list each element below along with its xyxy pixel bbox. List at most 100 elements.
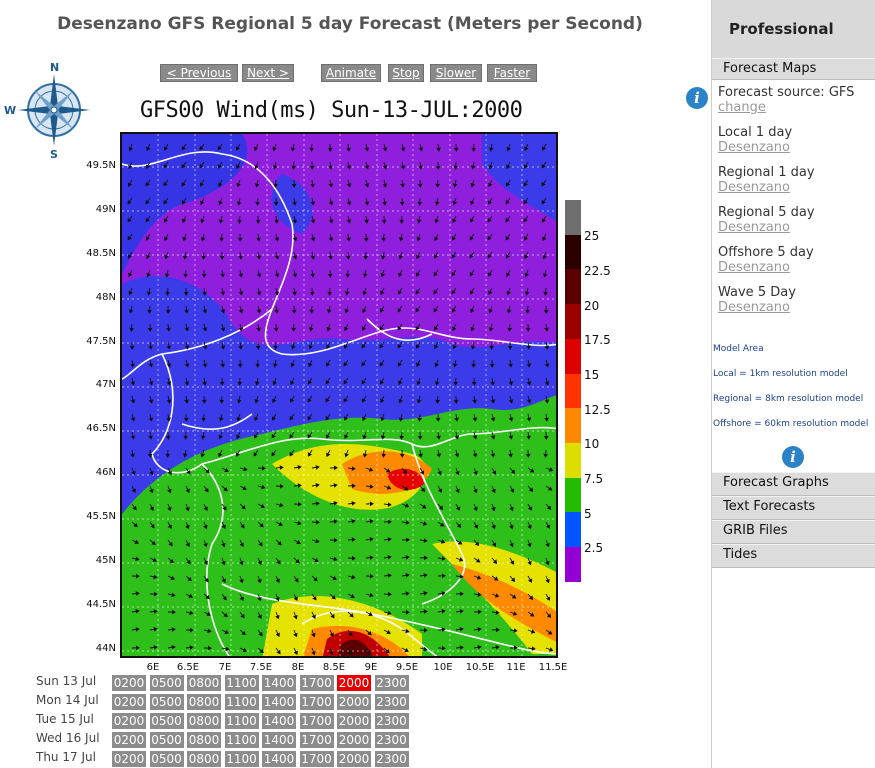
forecast-time-cell[interactable]: 2000 xyxy=(337,751,371,767)
plot-title: GFS00 Wind(ms) Sun-13-JUL:2000 xyxy=(140,98,523,123)
forecast-time-cell[interactable]: 2300 xyxy=(374,694,409,710)
lat-label: 48N xyxy=(95,292,116,303)
forecast-time-cell[interactable]: 0800 xyxy=(187,694,221,710)
sidebar-item-link[interactable]: Desenzano xyxy=(718,260,814,275)
forecast-time-cell[interactable]: 0200 xyxy=(112,694,146,710)
forecast-time-cell[interactable]: 0800 xyxy=(187,675,221,691)
colorbar-label: 7.5 xyxy=(584,472,604,486)
model-note: Regional = 8km resolution model xyxy=(713,394,864,404)
forecast-time-cell[interactable]: 1400 xyxy=(262,751,296,767)
lat-label: 44.5N xyxy=(86,599,116,610)
animate-button[interactable]: Animate xyxy=(321,64,381,82)
lat-label: 47.5N xyxy=(86,336,116,347)
forecast-maps-menu[interactable]: Forecast Maps xyxy=(712,58,875,80)
grib-files-menu[interactable]: GRIB Files xyxy=(712,520,875,544)
forecast-time-cell[interactable]: 1100 xyxy=(224,732,259,748)
sidebar-item-offshore-5-day: Offshore 5 day Desenzano xyxy=(718,245,814,275)
colorbar-swatch xyxy=(565,512,581,548)
forecast-time-cell[interactable]: 1700 xyxy=(299,732,334,748)
forecast-time-cell[interactable]: 1100 xyxy=(224,751,259,767)
colorbar-swatch xyxy=(565,443,581,478)
forecast-time-cell[interactable]: 1400 xyxy=(262,713,296,729)
forecast-time-cell[interactable]: 1700 xyxy=(299,713,334,729)
forecast-time-cell[interactable]: 0500 xyxy=(149,732,184,748)
colorbar-swatch xyxy=(565,200,581,235)
model-area-heading: Model Area xyxy=(713,344,764,354)
faster-button[interactable]: Faster xyxy=(487,64,537,82)
lat-label: 45N xyxy=(95,555,116,566)
forecast-time-cell[interactable]: 2000 xyxy=(337,732,371,748)
day-label: Sun 13 Jul xyxy=(36,674,97,688)
colorbar-swatch xyxy=(565,408,581,444)
sidebar-item-link[interactable]: Desenzano xyxy=(718,220,815,235)
previous-button[interactable]: < Previous xyxy=(160,64,238,82)
lon-label: 11E xyxy=(506,662,526,673)
lon-label: 6.5E xyxy=(176,662,200,673)
forecast-time-cell[interactable]: 1100 xyxy=(224,675,259,691)
forecast-time-cell[interactable]: 0200 xyxy=(112,675,146,691)
forecast-time-cell[interactable]: 0800 xyxy=(187,732,221,748)
colorbar-label: 17.5 xyxy=(584,333,611,347)
forecast-time-cell[interactable]: 1100 xyxy=(224,694,259,710)
sidebar-item-link[interactable]: Desenzano xyxy=(718,300,796,315)
sidebar-item-link[interactable]: Desenzano xyxy=(718,180,815,195)
sidebar-item-local-1-day: Local 1 day Desenzano xyxy=(718,125,792,155)
slower-button[interactable]: Slower xyxy=(430,64,482,82)
forecast-time-cell[interactable]: 2000 xyxy=(337,675,371,691)
tides-menu[interactable]: Tides xyxy=(712,544,875,568)
forecast-time-cell[interactable]: 0500 xyxy=(149,713,184,729)
colorbar-label: 12.5 xyxy=(584,403,611,417)
forecast-time-cell[interactable]: 1400 xyxy=(262,675,296,691)
colorbar-swatch xyxy=(565,477,581,513)
compass-n-label: N xyxy=(50,61,59,74)
forecast-time-cell[interactable]: 0800 xyxy=(187,751,221,767)
forecast-time-cell[interactable]: 1700 xyxy=(299,694,334,710)
info-icon[interactable]: i xyxy=(782,446,804,468)
forecast-time-cell[interactable]: 0500 xyxy=(149,675,184,691)
forecast-graphs-menu[interactable]: Forecast Graphs xyxy=(712,472,875,496)
sidebar-item-label: Local 1 day xyxy=(718,125,793,140)
forecast-time-cell[interactable]: 1700 xyxy=(299,751,334,767)
forecast-time-cell[interactable]: 2000 xyxy=(337,713,371,729)
forecast-time-cell[interactable]: 1400 xyxy=(262,732,296,748)
model-note: Local = 1km resolution model xyxy=(713,369,848,379)
lat-label: 45.5N xyxy=(86,511,116,522)
sidebar-item-regional-1-day: Regional 1 day Desenzano xyxy=(718,165,815,195)
lon-label: 7E xyxy=(218,662,232,673)
stop-button[interactable]: Stop xyxy=(388,64,424,82)
forecast-time-cell[interactable]: 0200 xyxy=(112,751,146,767)
forecast-time-cell[interactable]: 2300 xyxy=(374,713,409,729)
lon-label: 8.5E xyxy=(322,662,346,673)
day-label: Mon 14 Jul xyxy=(36,693,99,707)
forecast-source: Forecast source: GFS change xyxy=(718,85,854,115)
forecast-time-cell[interactable]: 0200 xyxy=(112,732,146,748)
lat-label: 46.5N xyxy=(86,423,116,434)
sidebar-item-label: Regional 5 day xyxy=(718,205,815,220)
forecast-time-cell[interactable]: 1400 xyxy=(262,694,296,710)
wind-map xyxy=(120,132,558,658)
forecast-time-cell[interactable]: 0500 xyxy=(149,694,184,710)
forecast-source-label: Forecast source: GFS xyxy=(718,85,855,100)
lat-label: 49N xyxy=(95,204,116,215)
day-label: Thu 17 Jul xyxy=(36,750,96,764)
sidebar-item-label: Offshore 5 day xyxy=(718,245,814,260)
colorbar-swatch xyxy=(565,269,581,305)
forecast-time-cell[interactable]: 1700 xyxy=(299,675,334,691)
text-forecasts-menu[interactable]: Text Forecasts xyxy=(712,496,875,520)
lon-label: 10E xyxy=(433,662,453,673)
forecast-time-cell[interactable]: 0500 xyxy=(149,751,184,767)
lat-label: 47N xyxy=(95,379,116,390)
forecast-time-cell[interactable]: 2300 xyxy=(374,675,409,691)
forecast-time-cell[interactable]: 1100 xyxy=(224,713,259,729)
forecast-time-cell[interactable]: 2300 xyxy=(374,751,409,767)
colorbar-swatch xyxy=(565,234,581,270)
forecast-time-cell[interactable]: 0200 xyxy=(112,713,146,729)
next-button[interactable]: Next > xyxy=(242,64,294,82)
sidebar-item-link[interactable]: Desenzano xyxy=(718,140,792,155)
forecast-time-cell[interactable]: 2300 xyxy=(374,732,409,748)
forecast-time-cell[interactable]: 0800 xyxy=(187,713,221,729)
forecast-time-cell[interactable]: 2000 xyxy=(337,694,371,710)
sidebar-header: Professional xyxy=(712,0,875,58)
info-icon[interactable]: i xyxy=(686,87,708,109)
change-source-link[interactable]: change xyxy=(718,100,854,115)
